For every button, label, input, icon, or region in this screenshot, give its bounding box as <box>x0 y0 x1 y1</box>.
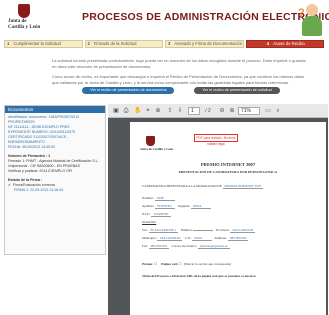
page-up-icon[interactable]: ⇧ <box>166 107 174 115</box>
signature-status: Estado de la Firma : ✔ Firma/Evaluación c… <box>5 176 105 195</box>
logo-line1: Junta de <box>8 19 27 24</box>
receipt-buttons: Ver el recibo de presentación de documen… <box>56 87 306 95</box>
pdf-toolbar: ▣ ⎙ ✋ ⌖ ⊕ ⇧ ⇩ 1 / 2 ⊖ ⊕ 71% ▭ ⌕ <box>108 104 328 118</box>
page-title: PROCESOS DE ADMINISTRACIÓN ELECTRÓNICA <box>82 11 329 23</box>
view-application-receipt-button[interactable]: Ver el recibo de presentación de solicit… <box>194 87 280 94</box>
zoom-out-icon[interactable]: ⊖ <box>218 107 226 115</box>
pdf-viewer: ▣ ⎙ ✋ ⌖ ⊕ ⇧ ⇩ 1 / 2 ⊖ ⊕ 71% ▭ ⌕ Junta de… <box>108 104 328 315</box>
pdf-row-via: Vía: PLAZA MAYOR 1 Número: Provincia: VA… <box>142 228 256 233</box>
step-2: 2 Firmado de la Solicitud <box>84 40 163 48</box>
documents-panel: Documentos Identificador documento: 1383… <box>4 105 106 255</box>
pdf-row-fax: Fax: 983 000 001 Correo electrónico: jfu… <box>142 244 230 249</box>
help-assistant-icon[interactable]: ? <box>298 3 326 37</box>
check-icon: ✔ <box>8 183 12 187</box>
zoom-select[interactable]: 71% <box>238 107 260 115</box>
pdf-row-modality: CANDIDATURA PRESENTADA A LA MODALIDAD DE… <box>142 184 264 189</box>
review-watermark-box: PDF para revisión. No tiene validez lega… <box>194 134 238 146</box>
pdf-logo: Junta de Castilla y León <box>140 136 173 154</box>
intro-text: La solicitud ha sido presentada correcta… <box>52 58 306 90</box>
pdf-page: Junta de Castilla y León PDF para revisi… <box>130 122 326 315</box>
documents-panel-header: Documentos <box>5 106 105 113</box>
signers-info: Número de Firmantes : 1 Firmado 1: FNMT … <box>8 154 99 173</box>
step-4-active: 4 Acuse de Recibo <box>245 40 324 48</box>
pdf-coat-of-arms-icon <box>146 136 155 146</box>
page-total: / 2 <box>205 108 211 114</box>
intro-paragraph-2: Como acuse de recibo, es importante que … <box>52 74 305 85</box>
find-icon[interactable]: ⌕ <box>274 107 282 115</box>
zoom-in-button-icon[interactable]: ⊕ <box>228 107 236 115</box>
view-documents-receipt-button[interactable]: Ver el recibo de presentación de documen… <box>82 87 175 94</box>
pdf-row-apellido: Apellido: FUENTES Segundo: PENA <box>142 204 212 209</box>
coat-of-arms-icon <box>18 4 30 18</box>
select-tool-icon[interactable]: ⌖ <box>144 107 152 115</box>
page-down-icon[interactable]: ⇩ <box>176 107 184 115</box>
step-3: 3 Anexado y Firma de Documentación <box>165 40 244 48</box>
pdf-row-nif: N.I.F.: 12345678Z <box>142 212 172 217</box>
page-number-input[interactable]: 1 <box>188 107 200 115</box>
hand-tool-icon[interactable]: ✋ <box>134 107 142 115</box>
intro-paragraph-1: La solicitud ha sido presentada correcta… <box>52 58 306 69</box>
pdf-heading: PREMIO INTERNET 2007 <box>200 162 256 167</box>
pdf-row-municipio: Municipio: VALLADOLID C.P.: 47001 Teléfo… <box>142 236 249 241</box>
junta-logo: Junta de Castilla y León <box>4 4 46 32</box>
step-1: 1 Cumplimentar la Solicitud <box>4 40 83 48</box>
pdf-row-footer: Título del Proyecto o Dirección URL de l… <box>142 274 256 278</box>
zoom-in-icon[interactable]: ⊕ <box>154 107 162 115</box>
pdf-subheading: PRESENTACIÓN DE CANDIDATURA POR PERSONA … <box>178 170 278 174</box>
pdf-row-nombre: Nombre: JOSE <box>142 196 175 201</box>
document-entry[interactable]: Identificador documento: 1383/FIR2007001… <box>5 113 105 152</box>
signature-date[interactable]: FIRMA 1: 22-09-2013 11:16:44 <box>8 188 102 193</box>
pdf-row-premio: Premio: ☐ Página web ☐ (Marcar la opción… <box>142 262 231 266</box>
save-icon[interactable]: ▣ <box>112 107 120 115</box>
step-bar: 1 Cumplimentar la Solicitud 2 Firmado de l… <box>4 40 324 48</box>
pdf-row-domicilio: Domicilio: <box>142 220 157 224</box>
print-icon[interactable]: ⎙ <box>122 107 130 115</box>
fit-page-icon[interactable]: ▭ <box>264 107 272 115</box>
logo-line2: Castilla y León <box>8 25 41 30</box>
